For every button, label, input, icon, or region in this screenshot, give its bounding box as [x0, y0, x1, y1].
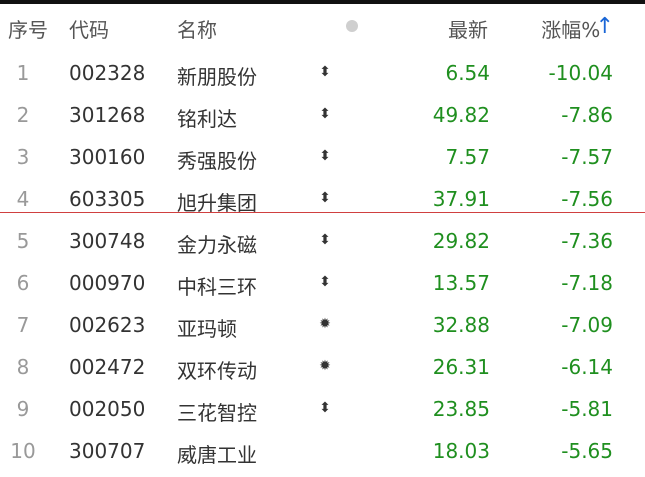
- row-change: -5.65: [561, 439, 613, 463]
- header-code[interactable]: 代码: [69, 14, 109, 43]
- row-name: 秀强股份: [177, 149, 257, 173]
- row-change: -10.04: [548, 61, 613, 85]
- table-row[interactable]: 6 000970 中科三环 ⬍ 13.57 -7.18: [0, 262, 645, 304]
- row-price: 26.31: [432, 355, 490, 379]
- dot-icon: [346, 20, 358, 32]
- row-index: 3: [16, 145, 30, 169]
- row-price: 13.57: [432, 271, 490, 295]
- row-code: 300707: [69, 439, 146, 463]
- row-name: 新朋股份: [177, 65, 257, 89]
- table-row[interactable]: 5 300748 金力永磁 ⬍ 29.82 -7.36: [0, 220, 645, 262]
- table-row[interactable]: 3 300160 秀强股份 ⬍ 7.57 -7.57: [0, 136, 645, 178]
- table-header: 序号 代码 名称 最新 涨幅% ↑: [0, 4, 645, 48]
- row-code: 300748: [69, 229, 146, 253]
- row-name: 铭利达: [177, 107, 237, 131]
- row-price: 49.82: [432, 103, 490, 127]
- table-row[interactable]: 4 603305 旭升集团 ⬍ 37.91 -7.56: [0, 178, 645, 220]
- table-row[interactable]: 10 300707 威唐工业 18.03 -5.65: [0, 430, 645, 472]
- row-name: 金力永磁: [177, 233, 257, 257]
- row-index: 9: [16, 397, 30, 421]
- row-price: 18.03: [432, 439, 490, 463]
- row-price: 29.82: [432, 229, 490, 253]
- header-name[interactable]: 名称: [177, 14, 217, 43]
- row-price: 6.54: [445, 61, 490, 85]
- row-change: -7.18: [561, 271, 613, 295]
- row-index: 5: [16, 229, 30, 253]
- row-code: 301268: [69, 103, 146, 127]
- row-index: 2: [16, 103, 30, 127]
- row-price: 37.91: [432, 187, 490, 211]
- sparkle-icon: ✹: [319, 358, 331, 374]
- row-code: 002623: [69, 313, 146, 337]
- sparkle-icon: ✹: [319, 316, 331, 332]
- row-change: -5.81: [561, 397, 613, 421]
- row-change: -7.56: [561, 187, 613, 211]
- margin-trading-icon: ⬍: [319, 232, 331, 248]
- margin-trading-icon: ⬍: [319, 190, 331, 206]
- row-change: -7.57: [561, 145, 613, 169]
- header-change-label: 涨幅%: [541, 18, 601, 42]
- table-row[interactable]: 1 002328 新朋股份 ⬍ 6.54 -10.04: [0, 52, 645, 94]
- row-change: -7.09: [561, 313, 613, 337]
- row-code: 000970: [69, 271, 146, 295]
- row-code: 002472: [69, 355, 146, 379]
- row-name: 亚玛顿: [177, 317, 237, 341]
- margin-trading-icon: ⬍: [319, 106, 331, 122]
- sort-arrow-icon[interactable]: ↑: [596, 14, 614, 39]
- row-price: 32.88: [432, 313, 490, 337]
- row-code: 603305: [69, 187, 146, 211]
- row-name: 威唐工业: [177, 443, 257, 467]
- row-code: 300160: [69, 145, 146, 169]
- row-index: 8: [16, 355, 30, 379]
- row-index: 6: [16, 271, 30, 295]
- margin-trading-icon: ⬍: [319, 64, 331, 80]
- row-name: 双环传动: [177, 359, 257, 383]
- table-row[interactable]: 9 002050 三花智控 ⬍ 23.85 -5.81: [0, 388, 645, 430]
- row-price: 7.57: [445, 145, 490, 169]
- header-price[interactable]: 最新: [448, 14, 488, 43]
- row-name: 中科三环: [177, 275, 257, 299]
- row-change: -7.86: [561, 103, 613, 127]
- row-index: 7: [16, 313, 30, 337]
- position-divider-line: [0, 212, 645, 213]
- row-code: 002050: [69, 397, 146, 421]
- margin-trading-icon: ⬍: [319, 274, 331, 290]
- table-row[interactable]: 2 301268 铭利达 ⬍ 49.82 -7.86: [0, 94, 645, 136]
- row-code: 002328: [69, 61, 146, 85]
- table-row[interactable]: 8 002472 双环传动 ✹ 26.31 -6.14: [0, 346, 645, 388]
- row-change: -7.36: [561, 229, 613, 253]
- margin-trading-icon: ⬍: [319, 400, 331, 416]
- margin-trading-icon: ⬍: [319, 148, 331, 164]
- row-name: 三花智控: [177, 401, 257, 425]
- row-index: 4: [16, 187, 30, 211]
- header-index[interactable]: 序号: [8, 14, 48, 43]
- stock-list: 1 002328 新朋股份 ⬍ 6.54 -10.04 2 301268 铭利达…: [0, 52, 645, 472]
- table-row[interactable]: 7 002623 亚玛顿 ✹ 32.88 -7.09: [0, 304, 645, 346]
- row-index: 1: [16, 61, 30, 85]
- row-change: -6.14: [561, 355, 613, 379]
- row-index: 10: [10, 439, 36, 463]
- row-price: 23.85: [432, 397, 490, 421]
